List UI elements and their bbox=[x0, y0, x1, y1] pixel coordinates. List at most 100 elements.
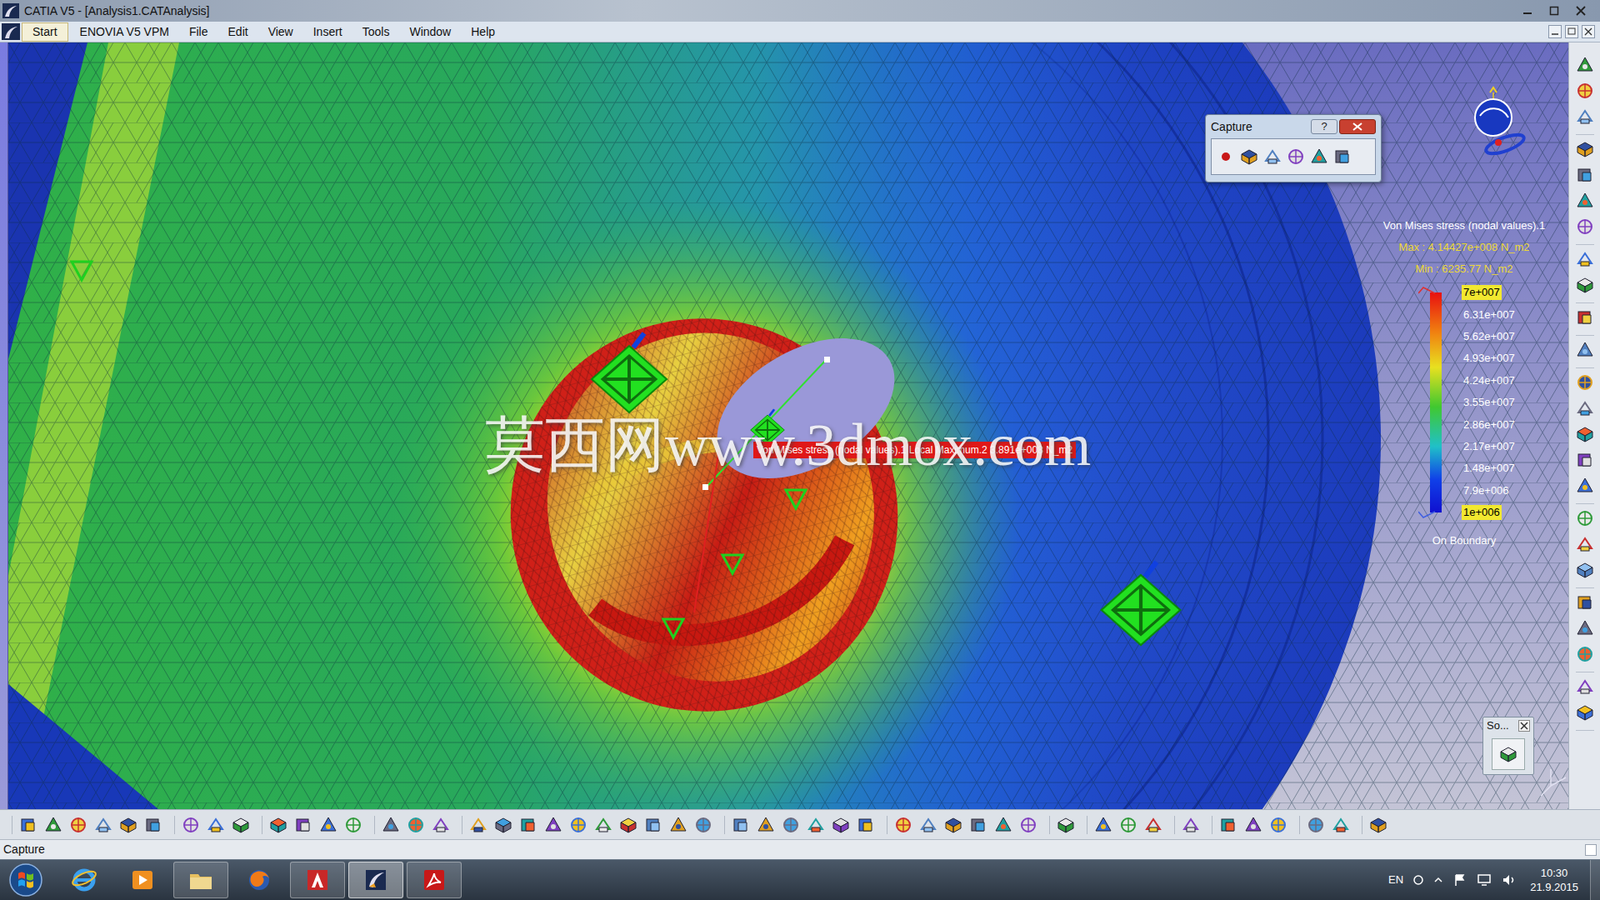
maximize-button[interactable] bbox=[1541, 2, 1567, 20]
menu-item[interactable]: Window bbox=[399, 22, 461, 42]
tool-icon[interactable] bbox=[1575, 560, 1595, 580]
tool-icon[interactable] bbox=[694, 815, 713, 835]
tool-icon[interactable] bbox=[544, 815, 563, 835]
tool-icon[interactable] bbox=[1575, 535, 1595, 554]
doc-close-icon[interactable] bbox=[1581, 25, 1595, 39]
clock[interactable]: 10:3021.9.2015 bbox=[1530, 865, 1579, 895]
tool-icon[interactable] bbox=[469, 815, 488, 835]
tool-icon[interactable] bbox=[619, 815, 638, 835]
tool-icon[interactable] bbox=[831, 815, 850, 835]
tool-icon[interactable] bbox=[1575, 81, 1595, 100]
menu-item[interactable]: Tools bbox=[352, 22, 400, 42]
tool-icon[interactable] bbox=[1119, 815, 1138, 835]
language-indicator[interactable]: EN bbox=[1388, 871, 1404, 889]
viewport[interactable]: Von Mises stress (nodal values).1 Local … bbox=[8, 42, 1569, 810]
tool-icon[interactable] bbox=[1333, 147, 1352, 166]
close-icon[interactable] bbox=[1518, 720, 1530, 732]
menu-item[interactable]: File bbox=[179, 22, 219, 42]
tool-icon[interactable] bbox=[644, 815, 663, 835]
tool-icon[interactable] bbox=[1056, 815, 1075, 835]
tool-icon[interactable] bbox=[1310, 147, 1329, 166]
show-desktop-button[interactable] bbox=[1590, 860, 1600, 900]
show-hidden-icon[interactable] bbox=[1433, 875, 1444, 885]
tool-icon[interactable] bbox=[1575, 217, 1595, 236]
tool-icon[interactable] bbox=[1575, 165, 1595, 185]
tool-icon[interactable] bbox=[1575, 425, 1595, 444]
tool-icon[interactable] bbox=[1575, 107, 1595, 126]
taskbar-app[interactable] bbox=[173, 861, 229, 899]
tool-icon[interactable] bbox=[1219, 815, 1238, 835]
app-menu-icon[interactable] bbox=[1, 23, 20, 40]
tool-icon[interactable] bbox=[1575, 593, 1595, 612]
menu-item[interactable]: View bbox=[258, 22, 304, 42]
mini-tool-button[interactable] bbox=[1491, 738, 1525, 770]
close-button[interactable] bbox=[1568, 2, 1594, 20]
taskbar-app[interactable] bbox=[56, 861, 112, 899]
tool-icon[interactable] bbox=[1019, 815, 1038, 835]
tool-icon[interactable] bbox=[69, 815, 88, 835]
tool-icon[interactable] bbox=[381, 815, 400, 835]
tool-icon[interactable] bbox=[1144, 815, 1163, 835]
title-bar[interactable]: CATIA V5 - [Analysis1.CATAnalysis] bbox=[0, 0, 1600, 22]
tool-icon[interactable] bbox=[1575, 373, 1595, 392]
tool-icon[interactable] bbox=[1575, 275, 1595, 295]
tool-icon[interactable] bbox=[1575, 399, 1595, 418]
doc-minimize-icon[interactable] bbox=[1548, 25, 1562, 39]
tool-icon[interactable] bbox=[1575, 191, 1595, 210]
dialog-title-bar[interactable]: Capture? bbox=[1205, 115, 1381, 139]
tool-icon[interactable] bbox=[1575, 476, 1595, 495]
tool-icon[interactable] bbox=[569, 815, 588, 835]
tool-icon[interactable] bbox=[1269, 815, 1288, 835]
start-button[interactable] bbox=[0, 860, 52, 900]
help-tray-icon[interactable] bbox=[1413, 873, 1424, 887]
tool-icon[interactable] bbox=[1575, 340, 1595, 360]
menu-item[interactable]: Edit bbox=[218, 22, 259, 42]
tool-icon[interactable] bbox=[994, 815, 1013, 835]
taskbar-app[interactable] bbox=[406, 861, 462, 899]
taskbar-app[interactable] bbox=[290, 861, 345, 899]
close-button[interactable] bbox=[1339, 119, 1376, 135]
flag-icon[interactable] bbox=[1453, 873, 1467, 887]
tool-icon[interactable] bbox=[919, 815, 938, 835]
tool-icon[interactable] bbox=[294, 815, 313, 835]
tool-icon[interactable] bbox=[969, 815, 988, 835]
tool-icon[interactable] bbox=[206, 815, 225, 835]
doc-maximize-icon[interactable] bbox=[1565, 25, 1579, 39]
tool-icon[interactable] bbox=[519, 815, 538, 835]
minimize-button[interactable] bbox=[1515, 2, 1540, 20]
tool-icon[interactable] bbox=[1286, 147, 1305, 166]
tool-icon[interactable] bbox=[231, 815, 250, 835]
tool-icon[interactable] bbox=[19, 815, 38, 835]
network-icon[interactable] bbox=[1476, 873, 1492, 887]
tool-icon[interactable] bbox=[431, 815, 450, 835]
tool-icon[interactable] bbox=[806, 815, 825, 835]
tool-icon[interactable] bbox=[594, 815, 613, 835]
taskbar-app[interactable] bbox=[348, 861, 404, 899]
tool-icon[interactable] bbox=[119, 815, 138, 835]
tool-icon[interactable] bbox=[1263, 147, 1282, 166]
capture-dialog[interactable]: Capture? bbox=[1205, 114, 1382, 183]
tool-icon[interactable] bbox=[1575, 140, 1595, 159]
tool-icon[interactable] bbox=[894, 815, 913, 835]
tool-icon[interactable] bbox=[494, 815, 513, 835]
taskbar-app[interactable] bbox=[115, 861, 170, 899]
menu-item[interactable]: ENOVIA V5 VPM bbox=[70, 22, 180, 42]
tool-icon[interactable] bbox=[1575, 509, 1595, 528]
tool-icon[interactable] bbox=[1575, 250, 1595, 269]
tool-icon[interactable] bbox=[1575, 308, 1595, 327]
tool-icon[interactable] bbox=[1369, 815, 1388, 835]
tool-icon[interactable] bbox=[1181, 815, 1200, 835]
tool-icon[interactable] bbox=[144, 815, 163, 835]
tool-icon[interactable] bbox=[944, 815, 963, 835]
tool-icon[interactable] bbox=[1094, 815, 1113, 835]
mini-toolbar-title-bar[interactable]: So... bbox=[1483, 717, 1534, 735]
help-button[interactable]: ? bbox=[1310, 119, 1338, 135]
tool-icon[interactable] bbox=[731, 815, 750, 835]
tool-icon[interactable] bbox=[1575, 55, 1595, 75]
volume-icon[interactable] bbox=[1501, 873, 1517, 887]
menu-item[interactable]: Insert bbox=[303, 22, 353, 42]
tool-icon[interactable] bbox=[269, 815, 288, 835]
tool-icon[interactable] bbox=[319, 815, 338, 835]
taskbar-app[interactable] bbox=[231, 861, 287, 899]
tool-icon[interactable] bbox=[1499, 745, 1518, 764]
